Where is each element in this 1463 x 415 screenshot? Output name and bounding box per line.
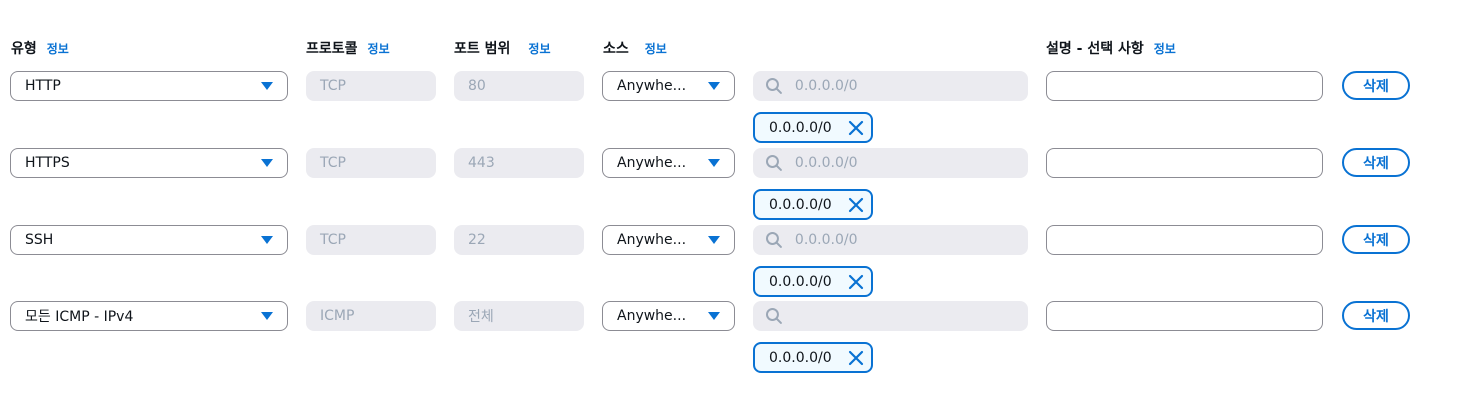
cidr-search — [753, 148, 1028, 178]
cidr-token: 0.0.0.0/0 — [753, 266, 873, 297]
type-select[interactable]: 모든 ICMP - IPv4 — [10, 301, 288, 331]
type-select-value: HTTP — [25, 78, 61, 94]
caret-down-icon — [708, 236, 720, 244]
close-icon[interactable] — [841, 191, 871, 218]
protocol-value: TCP — [320, 78, 346, 94]
header-description-label: 설명 - 선택 사항 — [1046, 41, 1144, 57]
protocol-field: ICMP — [306, 301, 436, 331]
source-select-value: Anywhe... — [617, 78, 687, 94]
description-input[interactable] — [1046, 71, 1323, 101]
caret-down-icon — [261, 82, 273, 90]
type-info-link[interactable]: 정보 — [47, 40, 69, 57]
search-icon — [765, 155, 782, 171]
header-source-label: 소스 — [603, 41, 629, 57]
rule-row-ssh: SSH TCP 22 Anywhe... 삭제 0.0.0.0/0 — [0, 225, 1463, 302]
port-range-value: 80 — [468, 78, 486, 94]
header-port-range: 포트 범위 정보 — [454, 38, 551, 58]
header-description: 설명 - 선택 사항 정보 — [1046, 38, 1176, 58]
type-select-value: SSH — [25, 232, 54, 248]
port-range-field: 80 — [454, 71, 584, 101]
protocol-field: TCP — [306, 71, 436, 101]
port-range-value: 전체 — [468, 309, 494, 325]
caret-down-icon — [708, 312, 720, 320]
cidr-token: 0.0.0.0/0 — [753, 342, 873, 373]
port-range-value: 22 — [468, 232, 486, 248]
type-select-value: 모든 ICMP - IPv4 — [25, 309, 134, 325]
caret-down-icon — [261, 159, 273, 167]
description-input[interactable] — [1046, 225, 1323, 255]
description-input[interactable] — [1046, 301, 1323, 331]
search-icon — [765, 232, 782, 248]
rule-row-icmp: 모든 ICMP - IPv4 ICMP 전체 Anywhe... 삭제 0.0.… — [0, 301, 1463, 378]
caret-down-icon — [261, 312, 273, 320]
source-select[interactable]: Anywhe... — [602, 71, 735, 101]
description-input[interactable] — [1046, 148, 1323, 178]
close-icon[interactable] — [841, 268, 871, 295]
type-select[interactable]: SSH — [10, 225, 288, 255]
description-info-link[interactable]: 정보 — [1154, 40, 1176, 57]
cidr-search — [753, 301, 1028, 331]
cidr-token-label: 0.0.0.0/0 — [769, 273, 832, 290]
header-protocol-label: 프로토콜 — [306, 41, 358, 57]
header-protocol: 프로토콜 정보 — [306, 38, 390, 58]
caret-down-icon — [708, 159, 720, 167]
rule-row-https: HTTPS TCP 443 Anywhe... 삭제 0.0.0.0/0 — [0, 148, 1463, 225]
protocol-value: ICMP — [320, 308, 355, 324]
delete-button[interactable]: 삭제 — [1342, 225, 1410, 254]
search-icon — [765, 308, 782, 324]
cidr-token-label: 0.0.0.0/0 — [769, 349, 832, 366]
port-range-field: 22 — [454, 225, 584, 255]
cidr-search-input[interactable] — [792, 307, 1016, 325]
source-select-value: Anywhe... — [617, 232, 687, 248]
rule-row-http: HTTP TCP 80 Anywhe... 삭제 0.0.0.0/0 — [0, 71, 1463, 148]
protocol-value: TCP — [320, 155, 346, 171]
delete-button[interactable]: 삭제 — [1342, 148, 1410, 177]
source-info-link[interactable]: 정보 — [645, 40, 667, 57]
port-range-field: 443 — [454, 148, 584, 178]
protocol-value: TCP — [320, 232, 346, 248]
protocol-info-link[interactable]: 정보 — [368, 40, 390, 57]
caret-down-icon — [708, 82, 720, 90]
delete-button[interactable]: 삭제 — [1342, 301, 1410, 330]
source-select[interactable]: Anywhe... — [602, 148, 735, 178]
header-type-label: 유형 — [11, 41, 37, 57]
header-source: 소스 정보 — [603, 38, 667, 58]
cidr-search — [753, 225, 1028, 255]
search-icon — [765, 78, 782, 94]
header-port-range-label: 포트 범위 — [454, 41, 511, 57]
cidr-token-label: 0.0.0.0/0 — [769, 196, 832, 213]
header-type: 유형 정보 — [11, 38, 69, 58]
cidr-search-input[interactable] — [792, 154, 1016, 172]
port-range-field: 전체 — [454, 301, 584, 331]
cidr-search-input[interactable] — [792, 77, 1016, 95]
delete-button[interactable]: 삭제 — [1342, 71, 1410, 100]
cidr-token-label: 0.0.0.0/0 — [769, 119, 832, 136]
source-select-value: Anywhe... — [617, 308, 687, 324]
cidr-token: 0.0.0.0/0 — [753, 189, 873, 220]
close-icon[interactable] — [841, 344, 871, 371]
port-range-value: 443 — [468, 155, 495, 171]
cidr-search — [753, 71, 1028, 101]
source-select[interactable]: Anywhe... — [602, 301, 735, 331]
protocol-field: TCP — [306, 225, 436, 255]
cidr-search-input[interactable] — [792, 231, 1016, 249]
source-select-value: Anywhe... — [617, 155, 687, 171]
type-select[interactable]: HTTP — [10, 71, 288, 101]
type-select-value: HTTPS — [25, 155, 70, 171]
close-icon[interactable] — [841, 114, 871, 141]
source-select[interactable]: Anywhe... — [602, 225, 735, 255]
caret-down-icon — [261, 236, 273, 244]
cidr-token: 0.0.0.0/0 — [753, 112, 873, 143]
type-select[interactable]: HTTPS — [10, 148, 288, 178]
protocol-field: TCP — [306, 148, 436, 178]
port-range-info-link[interactable]: 정보 — [528, 40, 550, 57]
